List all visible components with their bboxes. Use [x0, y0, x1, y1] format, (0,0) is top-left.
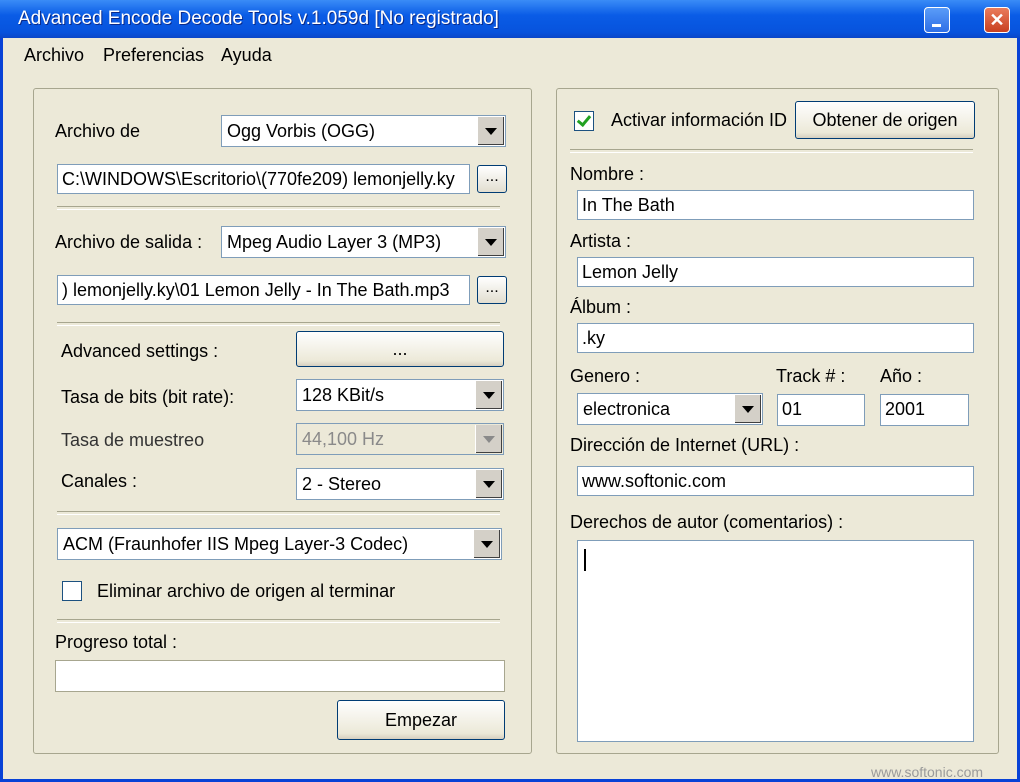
- title-bar[interactable]: Advanced Encode Decode Tools v.1.059d [N…: [0, 0, 1020, 38]
- watermark: www.softonic.com: [871, 764, 984, 780]
- chevron-down-icon[interactable]: [734, 395, 761, 423]
- channels-select[interactable]: 2 - Stereo: [296, 468, 504, 500]
- album-label: Álbum :: [570, 297, 632, 317]
- id3-panel: Activar información ID Obtener de origen…: [556, 88, 999, 754]
- samplerate-value: 44,100 Hz: [302, 429, 385, 449]
- genre-label: Genero :: [570, 366, 641, 386]
- progress-label: Progreso total :: [55, 632, 178, 652]
- text-caret: [584, 549, 586, 571]
- activate-id3-label: Activar información ID: [611, 110, 788, 130]
- input-format-label: Archivo de: [55, 121, 141, 141]
- genre-select[interactable]: electronica: [577, 393, 763, 425]
- album-field[interactable]: .ky: [577, 323, 974, 353]
- chevron-down-icon[interactable]: [475, 381, 502, 409]
- output-path-field[interactable]: ) lemonjelly.ky\01 Lemon Jelly - In The …: [57, 275, 470, 305]
- app-window: Advanced Encode Decode Tools v.1.059d [N…: [0, 0, 1020, 782]
- output-format-label: Archivo de salida :: [55, 232, 203, 252]
- bitrate-value: 128 KBit/s: [302, 385, 385, 405]
- menu-ayuda[interactable]: Ayuda: [221, 45, 272, 66]
- track-field[interactable]: 01: [777, 394, 865, 426]
- input-path-field[interactable]: C:\WINDOWS\Escritorio\(770fe209) lemonje…: [57, 164, 470, 194]
- output-path-value: ) lemonjelly.ky\01 Lemon Jelly - In The …: [62, 280, 450, 300]
- window-title: Advanced Encode Decode Tools v.1.059d [N…: [18, 8, 499, 29]
- output-format-select[interactable]: Mpeg Audio Layer 3 (MP3): [221, 226, 506, 258]
- url-label: Dirección de Internet (URL) :: [570, 435, 800, 455]
- browse-output-button[interactable]: ...: [477, 276, 507, 304]
- separator: [57, 619, 500, 623]
- advanced-settings-label: Advanced settings :: [61, 341, 219, 361]
- name-label: Nombre :: [570, 164, 645, 184]
- bitrate-select[interactable]: 128 KBit/s: [296, 379, 504, 411]
- copyright-label: Derechos de autor (comentarios) :: [570, 512, 844, 532]
- copyright-textarea[interactable]: [577, 540, 974, 742]
- advanced-settings-button[interactable]: ...: [296, 331, 504, 367]
- chevron-down-icon[interactable]: [477, 228, 504, 256]
- chevron-down-icon[interactable]: [475, 470, 502, 498]
- activate-id3-label-clip: Activar información ID: [611, 108, 789, 134]
- separator: [57, 511, 500, 515]
- progress-bar: [55, 660, 505, 692]
- input-format-select[interactable]: Ogg Vorbis (OGG): [221, 115, 506, 147]
- close-button[interactable]: ✕: [984, 7, 1010, 33]
- chevron-down-icon[interactable]: [473, 530, 500, 558]
- samplerate-label: Tasa de muestreo: [61, 430, 205, 450]
- output-format-value: Mpeg Audio Layer 3 (MP3): [227, 232, 442, 252]
- album-value: .ky: [582, 328, 606, 348]
- start-button[interactable]: Empezar: [337, 700, 505, 740]
- year-label: Año :: [880, 366, 923, 386]
- delete-source-label: Eliminar archivo de origen al terminar: [97, 581, 396, 601]
- codec-select[interactable]: ACM (Fraunhofer IIS Mpeg Layer-3 Codec): [57, 528, 502, 560]
- separator: [57, 322, 500, 326]
- chevron-down-icon: [475, 425, 502, 453]
- bitrate-label: Tasa de bits (bit rate):: [61, 387, 235, 407]
- channels-value: 2 - Stereo: [302, 474, 382, 494]
- delete-source-checkbox[interactable]: [62, 581, 82, 601]
- year-field[interactable]: 2001: [880, 394, 969, 426]
- minimize-button[interactable]: [924, 7, 950, 33]
- input-format-value: Ogg Vorbis (OGG): [227, 121, 376, 141]
- conversion-panel: Archivo de Ogg Vorbis (OGG) C:\WINDOWS\E…: [33, 88, 532, 754]
- name-field[interactable]: In The Bath: [577, 190, 974, 220]
- chevron-down-icon[interactable]: [477, 117, 504, 145]
- input-path-value: C:\WINDOWS\Escritorio\(770fe209) lemonje…: [62, 169, 455, 189]
- artist-value: Lemon Jelly: [582, 262, 679, 282]
- name-value: In The Bath: [582, 195, 675, 215]
- samplerate-select: 44,100 Hz: [296, 423, 504, 455]
- fetch-from-source-button[interactable]: Obtener de origen: [795, 101, 975, 139]
- menu-archivo[interactable]: Archivo: [24, 45, 84, 66]
- browse-input-button[interactable]: ...: [477, 165, 507, 193]
- artist-label: Artista :: [570, 231, 632, 251]
- url-value: www.softonic.com: [582, 471, 727, 491]
- activate-id3-checkbox[interactable]: [574, 111, 594, 131]
- channels-label: Canales :: [61, 471, 138, 491]
- codec-value: ACM (Fraunhofer IIS Mpeg Layer-3 Codec): [63, 534, 409, 554]
- separator: [570, 149, 973, 153]
- track-label: Track # :: [776, 366, 846, 386]
- track-value: 01: [782, 399, 803, 419]
- menu-bar: Archivo Preferencias Ayuda: [3, 38, 1017, 70]
- separator: [57, 206, 500, 210]
- genre-value: electronica: [583, 399, 671, 419]
- url-field[interactable]: www.softonic.com: [577, 466, 974, 496]
- menu-preferencias[interactable]: Preferencias: [103, 45, 204, 66]
- year-value: 2001: [885, 399, 926, 419]
- artist-field[interactable]: Lemon Jelly: [577, 257, 974, 287]
